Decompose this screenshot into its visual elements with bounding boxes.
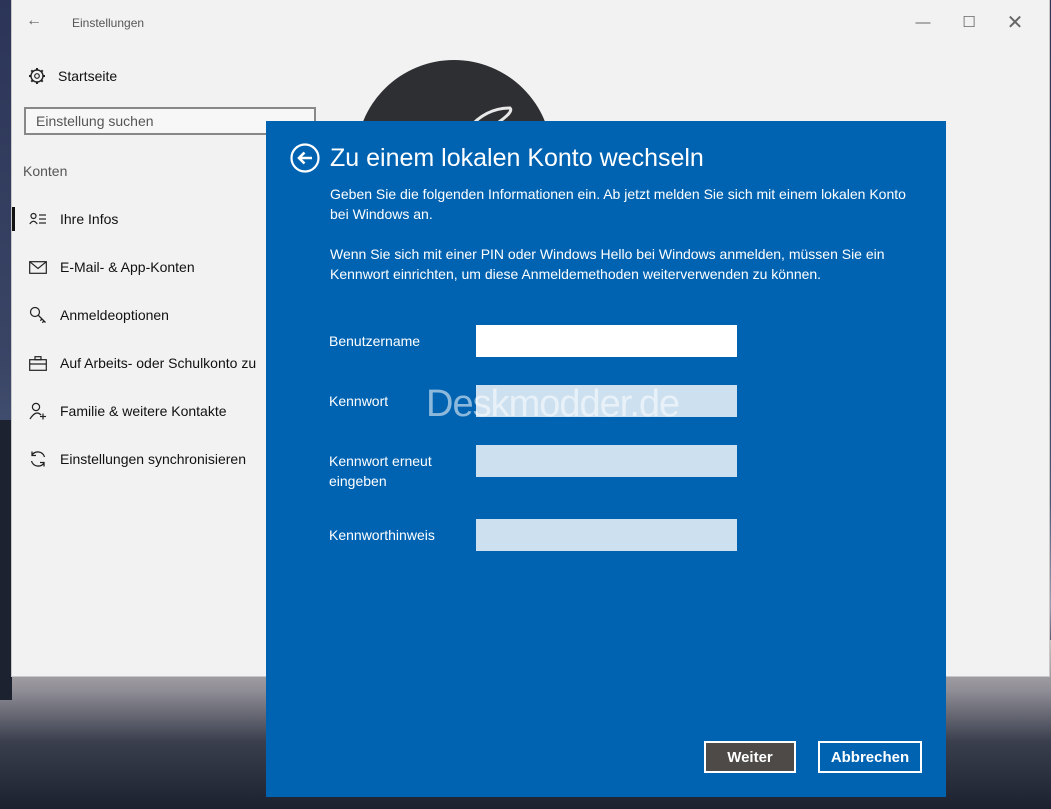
sidebar-item-familie-kontakte[interactable]: Familie & weitere Kontakte <box>12 399 227 423</box>
sidebar-item-anmeldeoptionen[interactable]: Anmeldeoptionen <box>12 303 169 327</box>
close-button[interactable]: ✕ <box>1000 10 1030 36</box>
dialog-title: Zu einem lokalen Konto wechseln <box>330 144 704 172</box>
password-hint-field[interactable] <box>476 519 737 551</box>
sidebar-item-sync[interactable]: Einstellungen synchronisieren <box>12 447 246 471</box>
sidebar-item-arbeits-schulkonto[interactable]: Auf Arbeits- oder Schulkonto zu <box>12 351 256 375</box>
sidebar-item-ihre-infos[interactable]: Ihre Infos <box>12 207 118 231</box>
username-field[interactable] <box>476 325 737 357</box>
sidebar-item-label: Familie & weitere Kontakte <box>60 403 227 419</box>
mail-icon <box>28 258 48 276</box>
window-title: Einstellungen <box>72 16 145 30</box>
sidebar-item-label: Auf Arbeits- oder Schulkonto zu <box>60 355 257 371</box>
dialog-instructions: Geben Sie die folgenden Informationen ei… <box>330 186 906 222</box>
back-arrow-icon[interactable]: ← <box>26 12 42 30</box>
dialog-pin-note: Wenn Sie sich mit einer PIN oder Windows… <box>330 246 885 282</box>
sidebar-item-label: Einstellungen synchronisieren <box>60 451 246 467</box>
switch-local-account-dialog: Zu einem lokalen Konto wechseln Geben Si… <box>266 121 946 797</box>
username-label: Benutzername <box>329 333 421 349</box>
minimize-button[interactable]: — <box>908 10 938 36</box>
gear-icon <box>29 68 45 84</box>
person-card-icon <box>28 210 48 228</box>
maximize-button[interactable]: ☐ <box>954 10 984 36</box>
next-button[interactable]: Weiter <box>704 741 796 773</box>
key-icon <box>28 306 48 324</box>
home-label: Startseite <box>58 68 118 84</box>
password-field[interactable] <box>476 385 737 417</box>
password-confirm-label: Kennwort erneut eingeben <box>329 453 432 489</box>
section-label-konten: Konten <box>23 163 68 179</box>
back-circle-arrow-icon[interactable] <box>290 143 320 173</box>
title-bar: ← Einstellungen — ☐ ✕ <box>12 0 1049 46</box>
sidebar-item-email-app-konten[interactable]: E-Mail- & App-Konten <box>12 255 195 279</box>
sidebar-item-label: E-Mail- & App-Konten <box>60 259 195 275</box>
sidebar-item-label: Ihre Infos <box>60 211 119 227</box>
sync-icon <box>28 450 48 468</box>
password-label: Kennwort <box>329 393 389 409</box>
person-add-icon <box>28 402 48 420</box>
password-hint-label: Kennworthinweis <box>329 527 435 543</box>
password-confirm-field[interactable] <box>476 445 737 477</box>
briefcase-icon <box>28 354 48 372</box>
wallpaper-tree <box>0 420 12 700</box>
home-link[interactable]: Startseite <box>28 66 117 86</box>
cancel-button[interactable]: Abbrechen <box>818 741 922 773</box>
sidebar-item-label: Anmeldeoptionen <box>60 307 169 323</box>
